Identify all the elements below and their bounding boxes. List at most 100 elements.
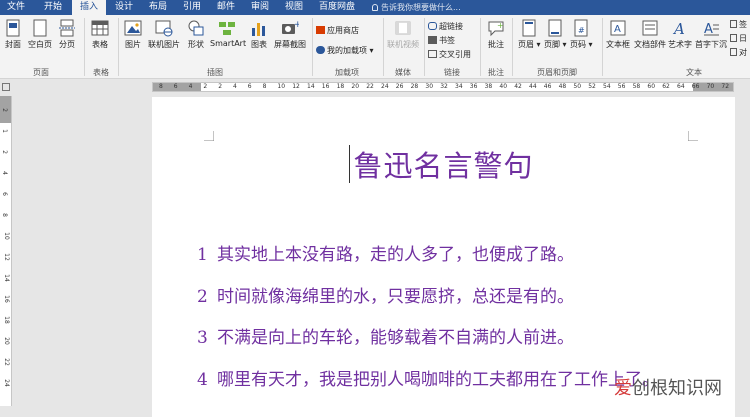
tab-review[interactable]: 审阅 [244,0,276,15]
object-button[interactable]: 对 [730,47,747,58]
vruler-number: 10 [2,232,10,240]
list-number: 3 [197,328,208,348]
list-item[interactable]: 3 不满是向上的车轮，能够载着不自满的人前进。 [197,323,574,348]
group-separator [118,18,119,76]
group-label-comments: 批注 [488,68,504,77]
cross-reference-button[interactable]: 交叉引用 [428,49,471,60]
ruler-number: 12 [292,83,300,90]
list-number: 1 [197,245,208,265]
tab-selector-icon[interactable] [2,83,10,91]
list-item[interactable]: 2 时间就像海绵里的水，只要愿挤，总还是有的。 [197,282,574,307]
online-video-button[interactable]: 联机视频 [386,19,420,50]
text-cursor [349,145,350,183]
chart-button[interactable]: 图表 [248,19,270,50]
ruler-track[interactable]: 8 6 4 2 2 4 6 8 10 12 14 16 18 20 22 24 26 28 30 32 34 36 38 40… [152,82,734,92]
group-label-header-footer: 页眉和页脚 [537,68,577,77]
corner-mark [688,131,698,141]
store-icon [316,26,325,34]
hyperlink-button[interactable]: 超链接 [428,21,463,32]
bookmark-icon [428,36,437,44]
ruler-number: 58 [632,83,641,90]
drop-cap-icon: A [704,22,719,37]
screenshot-icon: + [282,20,299,34]
object-icon [730,48,737,56]
signature-line-button[interactable]: 签 [730,19,747,30]
corner-mark [204,131,214,141]
date-time-button[interactable]: 日 [730,33,747,44]
chart-icon [252,23,265,36]
tab-references[interactable]: 引用 [176,0,208,15]
picture-button[interactable]: 图片 [122,19,144,50]
drop-cap-button[interactable]: A 首字下沉 [694,19,728,50]
ruler-number: 52 [588,83,596,90]
link-icon [428,22,437,30]
footer-button[interactable]: 页脚 ▾ [544,19,567,50]
vruler-number: 16 [2,295,10,303]
wordart-icon: A [672,20,685,37]
list-text: 哪里有天才，我是把别人喝咖啡的工夫都用在了工作上了。 [217,370,659,390]
list-item[interactable]: 4 哪里有天才，我是把别人喝咖啡的工夫都用在了工作上了。 [197,365,659,390]
ruler-number: 32 [440,83,448,90]
ruler-number: 6 [173,83,178,90]
textbox-button[interactable]: A 文本框 [604,19,632,50]
vertical-ruler[interactable]: 2 1 2 4 6 8 10 12 14 16 18 20 22 24 [0,96,12,406]
store-button[interactable]: 应用商店 [316,25,359,36]
group-separator [312,18,313,76]
ruler-number: 42 [514,83,522,90]
blank-page-button[interactable]: 空白页 [27,19,53,50]
list-text: 不满是向上的车轮，能够载着不自满的人前进。 [217,328,574,348]
tab-layout[interactable]: 布局 [142,0,174,15]
shapes-button[interactable]: 形状 [184,19,208,50]
ruler-number: 70 [706,83,715,90]
ruler-number: 2 [218,83,223,90]
tell-me-search[interactable]: 告诉我你想要做什么... [372,0,461,15]
document-title[interactable]: 鲁迅名言警句 [152,143,735,185]
vruler-number: 1 [0,129,8,133]
blank-page-icon [33,19,47,37]
tab-baidu-netdisk[interactable]: 百度网盘 [312,0,362,15]
wordart-button[interactable]: A 艺术字 [668,19,692,50]
new-comment-button[interactable]: + 批注 [484,19,508,50]
tab-mailings[interactable]: 邮件 [210,0,242,15]
ruler-number: 54 [603,83,611,90]
list-item[interactable]: 1 其实地上本没有路，走的人多了，也便成了路。 [197,240,574,265]
tab-insert[interactable]: 插入 [72,0,106,15]
cover-page-icon [6,19,20,37]
ruler-number: 40 [499,83,508,90]
tab-view[interactable]: 视图 [278,0,310,15]
online-picture-button[interactable]: 联机图片 [148,19,180,50]
ruler-number: 62 [662,83,670,90]
svg-text:+: + [497,21,504,30]
vruler-number: 22 [2,358,10,366]
header-icon [522,19,536,37]
page-number-icon: # [574,19,588,37]
ruler-number: 20 [351,83,360,90]
group-label-media: 媒体 [395,68,411,77]
header-button[interactable]: 页眉 ▾ [518,19,541,50]
cover-page-button[interactable]: 封面 [3,19,23,50]
ruler-number: 6 [247,83,252,90]
tab-file[interactable]: 文件 [0,0,32,15]
group-separator [512,18,513,76]
ruler-number: 30 [425,83,434,90]
bookmark-button[interactable]: 书签 [428,35,455,46]
quick-parts-button[interactable]: 文档部件 [634,19,666,50]
page-number-button[interactable]: # 页码 ▾ [570,19,593,50]
vruler-number: 8 [0,213,8,217]
ruler-number: 38 [484,83,493,90]
screenshot-button[interactable]: + 屏幕截图 [272,19,308,50]
ruler-number: 4 [188,83,193,90]
calendar-icon [730,34,737,42]
horizontal-ruler[interactable]: 8 6 4 2 2 4 6 8 10 12 14 16 18 20 22 24 26 28 30 32 34 36 38 40… [0,80,750,94]
document-page[interactable]: 鲁迅名言警句 1 其实地上本没有路，走的人多了，也便成了路。 2 时间就像海绵里的水… [152,97,735,417]
my-addins-button[interactable]: 我的加载项 ▾ [316,45,374,56]
page-break-button[interactable]: 分页 [57,19,77,50]
smartart-button[interactable]: SmartArt [210,19,246,48]
vruler-number: 2 [0,108,8,112]
tab-home[interactable]: 开始 [36,0,70,15]
tab-design[interactable]: 设计 [108,0,140,15]
list-number: 4 [197,370,208,390]
vruler-number: 14 [2,274,10,282]
table-button[interactable]: 表格 [88,19,112,50]
ruler-number: 64 [677,83,685,90]
